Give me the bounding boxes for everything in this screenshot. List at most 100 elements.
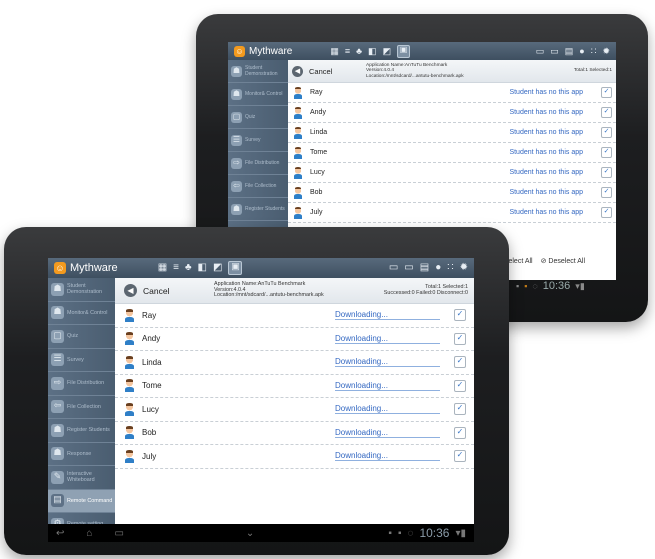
chat-icon[interactable]: ● — [435, 263, 441, 273]
front-topbar: ☺ Mythware ▦ ≡ ♣ ◧ ◩ ▣ ▭ ▭ ▤ ● ∷ ✹ — [48, 258, 474, 278]
message-icon[interactable]: ▤ — [565, 46, 574, 56]
sidebar-item-monitor[interactable]: ☗ Monitor& Control — [228, 83, 288, 106]
student-avatar-icon — [123, 308, 136, 322]
sidebar-item-monitor[interactable]: ☗ Monitor& Control — [48, 302, 115, 325]
student-checkbox[interactable]: ✓ — [454, 379, 466, 392]
back-nav-icon[interactable]: ↩ — [56, 528, 64, 539]
recent-apps-icon[interactable]: ▭ — [114, 528, 123, 539]
deselect-all-label: Deselect All — [548, 258, 585, 265]
list-view-icon[interactable]: ≡ — [173, 263, 179, 273]
student-row[interactable]: Bob Student has no this app ✓ — [288, 183, 616, 203]
grid-view-icon[interactable]: ▦ — [330, 46, 339, 56]
sidebar-item-remote-command[interactable]: ▤ Remote Command — [48, 489, 115, 513]
student-checkbox[interactable]: ✓ — [601, 167, 612, 178]
apps-icon[interactable]: ∷ — [447, 263, 453, 273]
student-checkbox[interactable]: ✓ — [601, 107, 612, 118]
student-checkbox[interactable]: ✓ — [601, 187, 612, 198]
group-icon[interactable]: ♣ — [356, 46, 362, 56]
message-icon[interactable]: ▤ — [420, 263, 429, 273]
cancel-button[interactable]: ◀ Cancel — [288, 65, 366, 77]
student-row[interactable]: July Downloading... ✓ — [115, 445, 474, 469]
student-status: Downloading... — [335, 451, 440, 462]
clock: 10:36 — [419, 526, 450, 540]
edit-icon[interactable]: ◧ — [368, 46, 377, 56]
register-icon: ☗ — [51, 423, 64, 437]
page-icon[interactable]: ◩ — [213, 263, 222, 273]
student-name: Linda — [142, 357, 162, 367]
sidebar-item-response[interactable]: ☗Response — [48, 443, 115, 466]
student-row[interactable]: Ray Downloading... ✓ — [115, 304, 474, 328]
student-row[interactable]: Andy Downloading... ✓ — [115, 328, 474, 351]
student-checkbox[interactable]: ✓ — [601, 87, 612, 98]
student-row[interactable]: Tome Student has no this app ✓ — [288, 143, 616, 163]
student-avatar-icon — [123, 449, 136, 463]
monitor-icon: ☗ — [231, 88, 242, 100]
student-checkbox[interactable]: ✓ — [454, 403, 466, 416]
screen-icon[interactable]: ▭ — [550, 46, 559, 56]
student-name: Ray — [142, 310, 157, 320]
student-checkbox[interactable]: ✓ — [601, 147, 612, 158]
app-icon[interactable]: ▣ — [228, 261, 243, 275]
sidebar-item-whiteboard[interactable]: ✎ Interactive Whiteboard — [48, 466, 115, 490]
sidebar-item-file-distribution[interactable]: ⇨ File Distribution — [48, 372, 115, 396]
edit-icon[interactable]: ◧ — [198, 263, 207, 273]
student-row[interactable]: July Student has no this app ✓ — [288, 203, 616, 223]
apps-icon[interactable]: ∷ — [591, 46, 597, 56]
student-row[interactable]: Lucy Downloading... ✓ — [115, 398, 474, 422]
student-row[interactable]: Linda Student has no this app ✓ — [288, 123, 616, 143]
quiz-icon: ▢ — [51, 329, 64, 343]
chat-icon[interactable]: ● — [579, 46, 584, 56]
response-icon: ☗ — [51, 447, 64, 461]
student-row[interactable]: Ray Student has no this app ✓ — [288, 83, 616, 103]
menu-nav-icon[interactable]: ⌄ — [246, 528, 254, 539]
sidebar-item-file-collection[interactable]: ⇦ File Collection — [48, 396, 115, 419]
student-avatar-icon — [292, 206, 304, 219]
gear-icon[interactable]: ✹ — [460, 263, 468, 273]
grid-view-icon[interactable]: ▦ — [158, 263, 167, 273]
monitor-icon[interactable]: ▭ — [536, 46, 545, 56]
student-checkbox[interactable]: ✓ — [601, 127, 612, 138]
student-checkbox[interactable]: ✓ — [454, 332, 466, 345]
sidebar-item-demonstration[interactable]: ☗ Student Demonstration — [48, 278, 115, 302]
student-checkbox[interactable]: ✓ — [454, 309, 466, 322]
sidebar-item-file-distribution[interactable]: ⇨ File Distribution — [228, 152, 288, 175]
stats-results: Successed:0 Failed:0 Disconnect:0 — [383, 289, 468, 296]
student-row[interactable]: Lucy Student has no this app ✓ — [288, 163, 616, 183]
student-checkbox[interactable]: ✓ — [601, 207, 612, 218]
cancel-button[interactable]: ◀ Cancel — [115, 284, 214, 297]
sidebar-item-quiz[interactable]: ▢ Quiz — [48, 325, 115, 349]
gear-icon[interactable]: ✹ — [602, 46, 610, 56]
sidebar-item-label: Interactive Whiteboard — [67, 471, 95, 484]
student-status: Downloading... — [335, 334, 440, 344]
group-icon[interactable]: ♣ — [185, 263, 192, 273]
student-status: Student has no this app — [509, 129, 583, 136]
screen-icon[interactable]: ▭ — [404, 263, 413, 273]
sidebar-item-label: Monitor& Control — [245, 91, 283, 97]
status-area: ▪ ▪ ◌ 10:36 ▾▮ — [388, 526, 466, 540]
student-name: Andy — [142, 334, 161, 344]
app-icon[interactable]: ▣ — [397, 44, 411, 58]
student-row[interactable]: Tome Downloading... ✓ — [115, 375, 474, 398]
front-student-list: Ray Downloading... ✓ Andy Downloading... ✓ Lin… — [115, 304, 474, 469]
survey-icon: ☰ — [51, 353, 64, 367]
student-row[interactable]: Linda Downloading... ✓ — [115, 351, 474, 375]
student-checkbox[interactable]: ✓ — [454, 450, 466, 463]
sidebar-item-survey[interactable]: ☰ Survey — [48, 349, 115, 372]
sidebar-item-register[interactable]: ☗ Register Students — [228, 198, 288, 221]
page-icon[interactable]: ◩ — [383, 46, 392, 56]
sidebar-item-demonstration[interactable]: ☗ Student Demonstration — [228, 60, 288, 83]
student-checkbox[interactable]: ✓ — [454, 356, 466, 369]
sidebar-item-quiz[interactable]: ▢ Quiz — [228, 106, 288, 129]
home-nav-icon[interactable]: ⌂ — [86, 528, 92, 539]
student-row[interactable]: Bob Downloading... ✓ — [115, 422, 474, 445]
student-checkbox[interactable]: ✓ — [454, 426, 466, 439]
list-view-icon[interactable]: ≡ — [345, 46, 350, 56]
student-row[interactable]: Andy Student has no this app ✓ — [288, 103, 616, 123]
deselect-all-button[interactable]: ⊘ Deselect All — [541, 257, 585, 265]
monitor-icon[interactable]: ▭ — [389, 263, 398, 273]
sidebar-item-file-collection[interactable]: ⇦ File Collection — [228, 175, 288, 198]
sidebar-item-register[interactable]: ☗ Register Students — [48, 419, 115, 443]
sidebar-item-survey[interactable]: ☰ Survey — [228, 129, 288, 152]
person-icon: ☗ — [51, 282, 64, 296]
student-status: Downloading... — [335, 357, 440, 368]
